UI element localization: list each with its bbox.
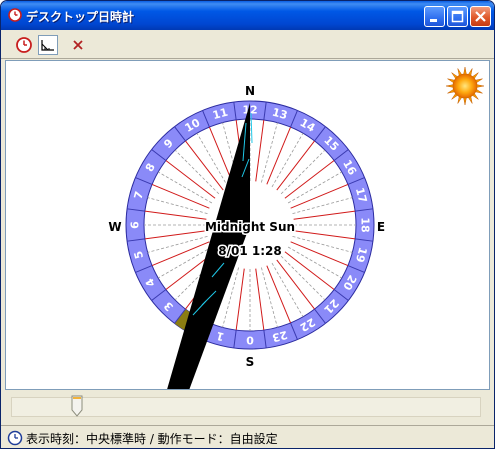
window-title: デスクトップ日時計	[26, 10, 135, 24]
app-window: デスクトップ日時計 13 14 15 16 17 18 19 20 21 22 …	[0, 0, 495, 449]
maximize-button[interactable]	[447, 6, 468, 27]
south-label: S	[246, 355, 255, 369]
sundial-icon	[41, 40, 54, 51]
sun-icon	[445, 66, 485, 106]
sundial-tool-button[interactable]	[38, 35, 58, 55]
status-bar: 表示時刻：中央標準時 / 動作モード：自由設定	[1, 425, 494, 448]
west-label: W	[108, 220, 121, 234]
hour-label: 0	[246, 334, 254, 347]
status-text: 表示時刻：中央標準時 / 動作モード：自由設定	[26, 432, 278, 446]
clock-tool-button[interactable]	[14, 35, 34, 55]
toolbar	[1, 30, 494, 59]
time-slider-thumb[interactable]	[71, 395, 83, 417]
clock-icon	[16, 37, 32, 53]
hour-label: 6	[129, 221, 142, 229]
sundial-dial: 12131415161718192021222301234567891011 N…	[108, 66, 485, 393]
title-bar[interactable]: デスクトップ日時計	[1, 1, 494, 30]
time-slider-area	[5, 391, 490, 423]
datetime-label: 8/01 1:28	[218, 244, 281, 258]
east-label: E	[377, 220, 385, 234]
clock-icon	[7, 430, 23, 446]
sundial-canvas[interactable]: 12131415161718192021222301234567891011 N…	[5, 60, 490, 393]
north-label: N	[245, 84, 255, 98]
minimize-button[interactable]	[424, 6, 445, 27]
close-button[interactable]	[470, 6, 491, 27]
minimize-icon	[430, 19, 437, 22]
hour-label: 18	[359, 217, 372, 232]
clock-icon	[8, 8, 22, 22]
close-x-icon	[73, 40, 83, 50]
close-tool-button[interactable]	[68, 35, 88, 55]
maximize-icon	[451, 10, 464, 23]
close-icon	[475, 11, 486, 22]
midnight-sun-label: Midnight Sun	[205, 220, 295, 234]
